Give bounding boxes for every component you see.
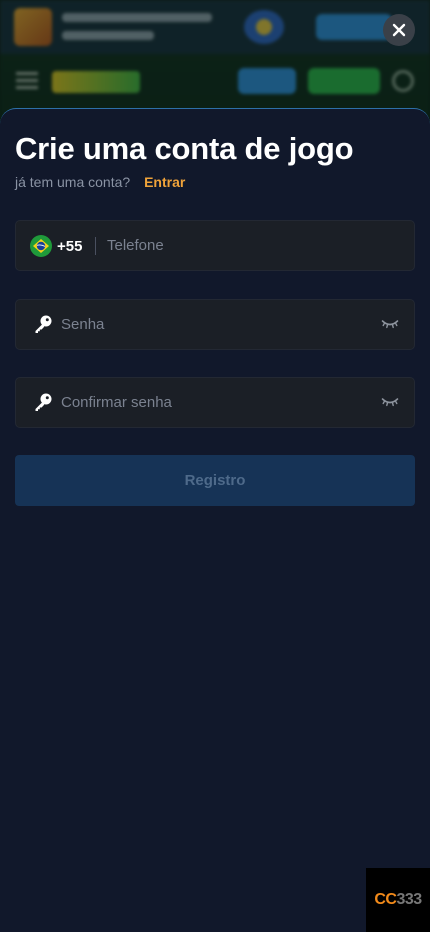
close-button[interactable]	[383, 14, 415, 46]
background-banner-badge	[244, 10, 284, 44]
background-search-icon	[392, 70, 414, 92]
background-navbar	[0, 58, 430, 106]
watermark-text-number: 333	[396, 891, 422, 908]
watermark-text-cc: CC	[374, 891, 397, 908]
key-icon	[35, 315, 52, 333]
eye-closed-icon[interactable]	[381, 317, 399, 331]
watermark-logo: CC 333	[366, 868, 430, 932]
close-icon	[392, 23, 406, 37]
background-logo	[52, 71, 140, 93]
password-field[interactable]	[15, 299, 415, 350]
register-button[interactable]: Registro	[15, 455, 415, 506]
background-menu-icon	[16, 72, 38, 90]
confirm-password-field[interactable]	[15, 377, 415, 428]
background-banner-button	[316, 14, 392, 40]
background-banner-text	[62, 13, 212, 22]
country-dial-code[interactable]: +55	[57, 238, 82, 255]
background-register-button	[308, 68, 380, 94]
background-banner-text	[62, 31, 154, 40]
login-link[interactable]: Entrar	[144, 174, 185, 190]
phone-input[interactable]	[107, 221, 397, 270]
login-prompt-text: já tem uma conta?	[15, 174, 131, 190]
eye-closed-icon[interactable]	[381, 395, 399, 409]
background-login-button	[238, 68, 296, 94]
phone-field[interactable]: +55	[15, 220, 415, 271]
background-banner-thumbnail	[14, 8, 52, 46]
password-input[interactable]	[61, 300, 371, 349]
field-divider	[95, 237, 96, 255]
login-prompt: já tem uma conta? Entrar	[15, 174, 185, 190]
key-icon	[35, 393, 52, 411]
confirm-password-input[interactable]	[61, 378, 371, 427]
dialog-title: Crie uma conta de jogo	[15, 131, 354, 166]
register-sheet: Crie uma conta de jogo já tem uma conta?…	[0, 108, 430, 932]
brazil-flag-icon[interactable]	[30, 235, 52, 257]
background-banner	[0, 0, 430, 54]
